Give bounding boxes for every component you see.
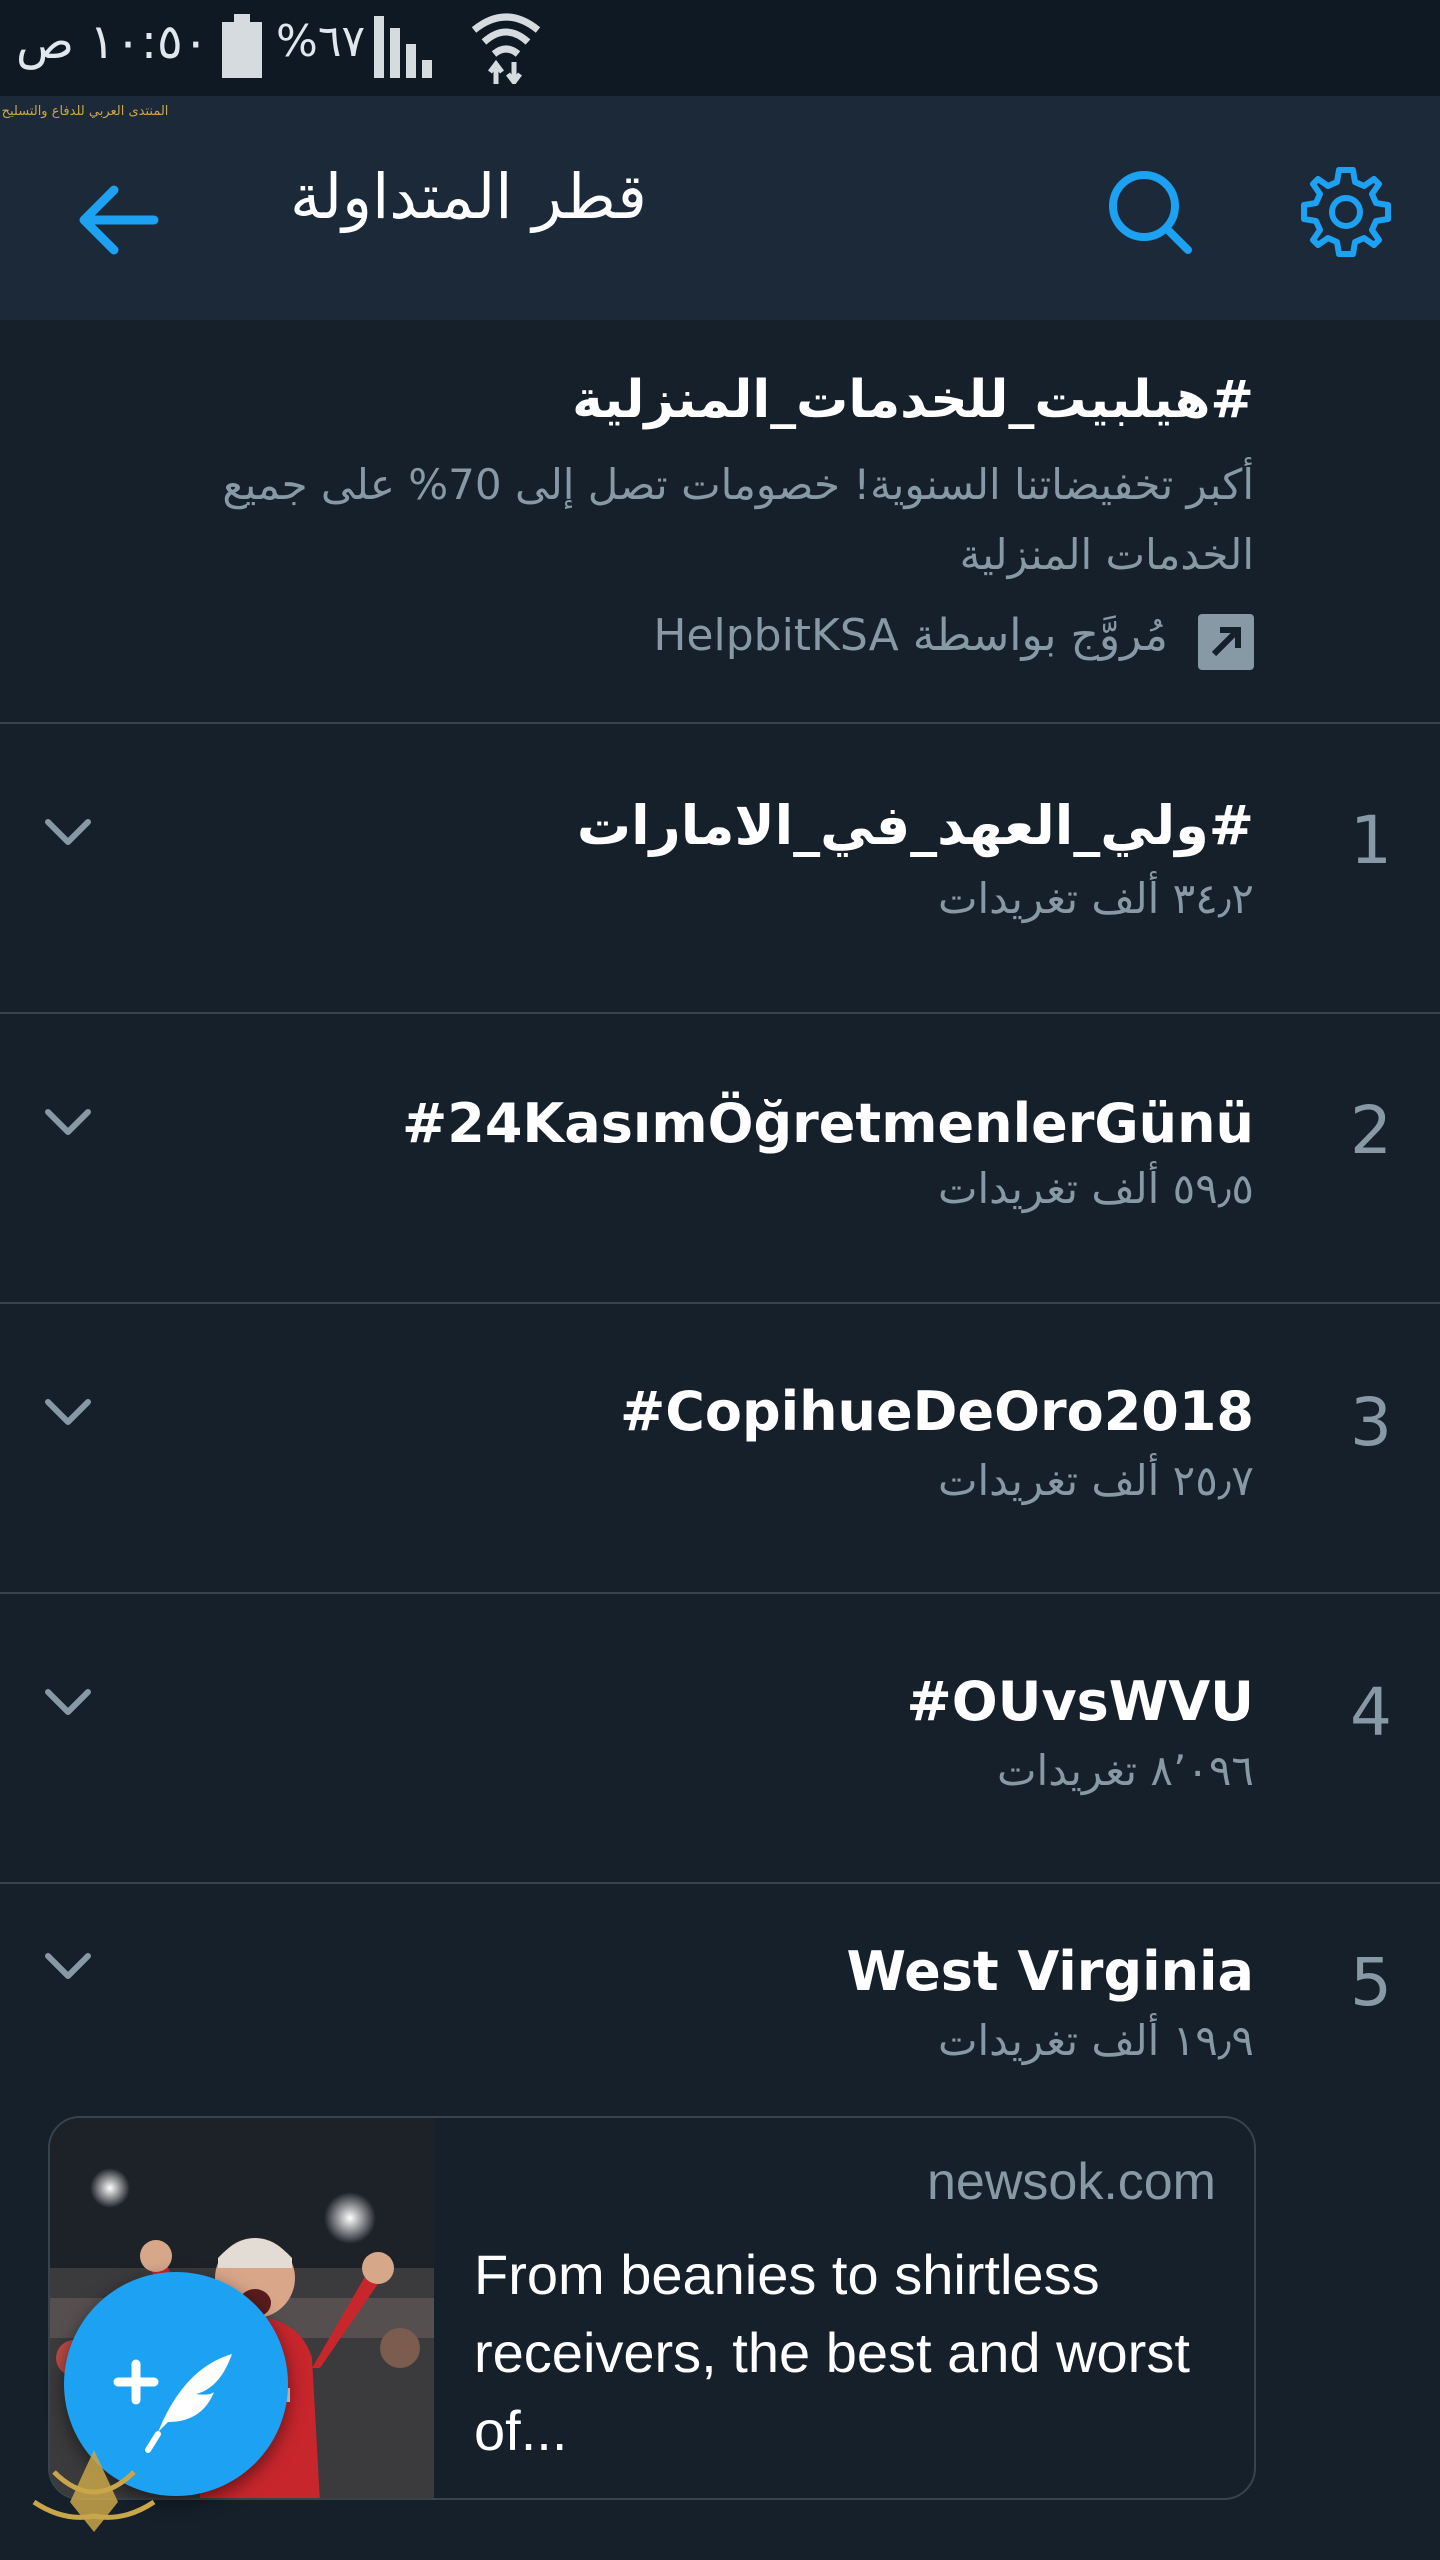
back-arrow-icon[interactable]	[70, 170, 170, 270]
battery-percentage: %٦٧	[276, 16, 366, 67]
app-header: قطر المتداولة	[0, 96, 1440, 320]
promoted-by-label: مُروَّج بواسطة HelpbitKSA	[653, 610, 1168, 661]
trend-name: #CopihueDeOro2018	[619, 1380, 1254, 1443]
trend-rank: 4	[1350, 1674, 1392, 1751]
battery-icon	[222, 14, 262, 78]
trend-tweet-count: ٨٬٠٩٦ تغريدات	[996, 1746, 1254, 1795]
trend-tweet-count: ١٩٫٩ ألف تغريدات	[937, 2016, 1254, 2065]
news-headline: From beanies to shirtless receivers, the…	[474, 2243, 1190, 2462]
promoted-trend-description: أكبر تخفيضاتنا السنوية! خصومات تصل إلى 7…	[222, 460, 1254, 579]
status-time: ١٠:٥٠ ص	[16, 14, 209, 70]
wifi-icon	[471, 13, 541, 84]
trend-item[interactable]: 2 #24KasımÖğretmenlerGünü ٥٩٫٥ ألف تغريد…	[0, 1014, 1440, 1302]
chevron-down-icon[interactable]	[40, 1392, 96, 1432]
trend-tweet-count: ٥٩٫٥ ألف تغريدات	[937, 1164, 1254, 1213]
trend-rank: 2	[1350, 1092, 1392, 1169]
status-bar: ١٠:٥٠ ص %٦٧	[0, 0, 1440, 96]
chevron-down-icon[interactable]	[40, 1682, 96, 1722]
promoted-trend-title: #هيلبيت_للخدمات_المنزلية	[572, 370, 1254, 430]
trend-tweet-count: ٢٥٫٧ ألف تغريدات	[937, 1456, 1254, 1505]
promoted-arrow-icon	[1198, 614, 1254, 670]
watermark-text: المنتدى العربي للدفاع والتسليح	[1, 104, 169, 119]
watermark-logo	[32, 2450, 156, 2532]
search-icon[interactable]	[1100, 162, 1200, 262]
trend-rank: 5	[1350, 1944, 1392, 2021]
trend-item[interactable]: 4 #OUvsWVU ٨٬٠٩٦ تغريدات	[0, 1594, 1440, 1882]
trend-name: West Virginia	[846, 1940, 1254, 2003]
news-domain: newsok.com	[927, 2153, 1216, 2211]
trend-rank: 3	[1350, 1384, 1392, 1461]
chevron-down-icon[interactable]	[40, 1946, 96, 1986]
chevron-down-icon[interactable]	[40, 1102, 96, 1142]
signal-icon	[374, 16, 432, 78]
page-title: قطر المتداولة	[290, 160, 647, 233]
trend-item[interactable]: 3 #CopihueDeOro2018 ٢٥٫٧ ألف تغريدات	[0, 1304, 1440, 1592]
trend-name: #24KasımÖğretmenlerGünü	[402, 1092, 1254, 1155]
trend-rank: 1	[1350, 802, 1392, 879]
trend-item[interactable]: 1 #ولي_العهد_في_الامارات ٣٤٫٢ ألف تغريدا…	[0, 724, 1440, 1012]
chevron-down-icon[interactable]	[40, 812, 96, 852]
promoted-trend[interactable]: #هيلبيت_للخدمات_المنزلية أكبر تخفيضاتنا …	[0, 320, 1440, 724]
trend-tweet-count: ٣٤٫٢ ألف تغريدات	[937, 874, 1254, 923]
trend-name: #ولي_العهد_في_الامارات	[576, 794, 1254, 857]
gear-icon[interactable]	[1296, 162, 1396, 262]
trend-name: #OUvsWVU	[906, 1670, 1254, 1733]
